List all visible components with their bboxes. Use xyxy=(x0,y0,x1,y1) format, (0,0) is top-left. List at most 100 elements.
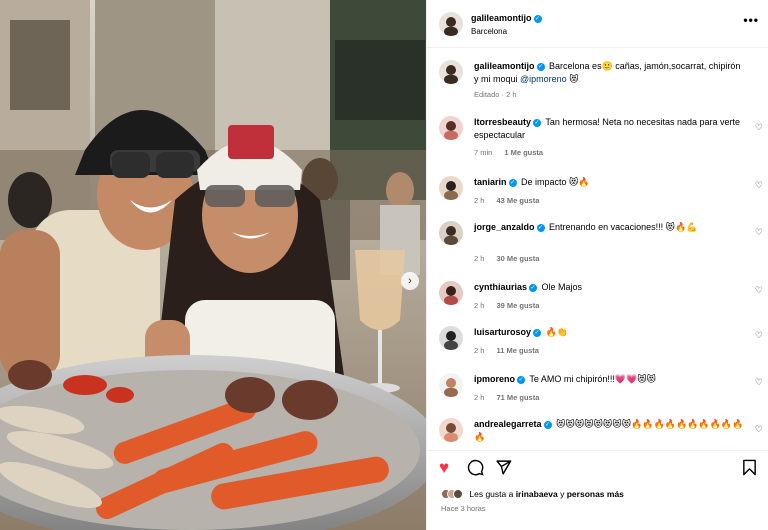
comment-likes[interactable]: 43 Me gusta xyxy=(496,196,539,205)
avatar-image xyxy=(439,418,463,442)
author-name-line: galileamontijo ✓ xyxy=(471,13,544,23)
comment-time: 2 h xyxy=(474,196,485,205)
comment-item: luisarturosoy ✓ 🔥👏 2 h 11 Me gusta ♡ xyxy=(427,326,768,360)
post-time-ago: Hace 3 horas xyxy=(441,504,486,513)
comment-time: 2 h xyxy=(474,301,485,310)
comment-avatar[interactable] xyxy=(439,116,463,140)
verified-icon: ✓ xyxy=(533,329,542,337)
comment-likes[interactable]: 71 Me gusta xyxy=(496,393,539,402)
comment-time: 2 h xyxy=(474,393,485,402)
caption-avatar[interactable] xyxy=(439,60,463,84)
comment-text-block: ltorresbeauty ✓ Tan hermosa! Neta no nece… xyxy=(474,116,746,142)
comment-text: Entrenando en vacaciones!!! 😻🔥💪 xyxy=(549,222,698,232)
next-photo-button[interactable]: › xyxy=(401,272,419,290)
comment-avatar[interactable] xyxy=(439,326,463,350)
comment-like-icon[interactable]: ♡ xyxy=(755,227,763,238)
comment-text: De impacto 😻🔥 xyxy=(521,177,590,187)
likes-rest[interactable]: personas más xyxy=(567,489,624,499)
comment-item: cynthiaurias ✓ Ole Majos 2 h 39 Me gusta ♡ xyxy=(427,281,768,315)
verified-icon: ✓ xyxy=(543,421,552,429)
comment-text-block: jorge_anzaldo ✓ Entrenando en vacaciones!… xyxy=(474,221,746,234)
comment-text: Ole Majos xyxy=(541,282,583,292)
post-photo[interactable]: › xyxy=(0,0,426,530)
comment-meta: 2 h 71 Me gusta xyxy=(474,393,539,402)
comment-likes[interactable]: 11 Me gusta xyxy=(496,346,539,355)
avatar-image xyxy=(439,221,463,245)
comment-like-icon[interactable]: ♡ xyxy=(755,122,763,133)
comments-list[interactable]: galileamontijo ✓ Barcelona es🙂 cañas, jam… xyxy=(427,48,768,450)
likes-middle: y xyxy=(557,489,567,499)
comment-avatar[interactable] xyxy=(439,221,463,245)
comment-avatar[interactable] xyxy=(439,373,463,397)
avatar-image xyxy=(439,326,463,350)
caption-meta: Editado · 2 h xyxy=(474,90,517,99)
comment-like-icon[interactable]: ♡ xyxy=(755,180,763,191)
likes-prefix: Les gusta a xyxy=(469,489,516,499)
verified-icon: ✓ xyxy=(533,15,542,23)
verified-icon: ✓ xyxy=(533,119,542,127)
comment-text-block: ipmoreno ✓ Te AMO mi chipirón!!!💗💗😻😻 xyxy=(474,373,746,386)
avatar-image xyxy=(439,12,463,36)
comment-meta: 2 h 39 Me gusta xyxy=(474,301,539,310)
comment-username[interactable]: andrealegarreta xyxy=(474,419,542,429)
likes-summary[interactable]: Les gusta a irinabaeva y personas más xyxy=(441,489,624,499)
verified-icon: ✓ xyxy=(517,376,526,384)
comment-likes[interactable]: 30 Me gusta xyxy=(496,254,539,263)
comment-username[interactable]: luisarturosoy xyxy=(474,327,531,337)
comment-time: 2 h xyxy=(474,346,485,355)
avatar-image xyxy=(439,373,463,397)
like-heart-icon[interactable]: ♥ xyxy=(439,459,449,476)
avatar-image xyxy=(439,60,463,84)
author-username[interactable]: galileamontijo xyxy=(471,13,532,23)
comment-bubble-icon[interactable] xyxy=(467,459,484,479)
comment-meta: 7 min 1 Me gusta xyxy=(474,148,543,157)
comment-text-block: luisarturosoy ✓ 🔥👏 xyxy=(474,326,746,339)
photo-illustration xyxy=(0,0,426,530)
comment-item: jorge_anzaldo ✓ Entrenando en vacaciones!… xyxy=(427,221,768,267)
comment-avatar[interactable] xyxy=(439,418,463,442)
comment-text-block: cynthiaurias ✓ Ole Majos xyxy=(474,281,746,294)
verified-icon: ✓ xyxy=(536,63,545,71)
comment-username[interactable]: ipmoreno xyxy=(474,374,515,384)
author-avatar[interactable] xyxy=(439,12,463,36)
verified-icon: ✓ xyxy=(508,179,517,187)
caption-mention[interactable]: @ipmoreno xyxy=(520,74,567,84)
more-options-icon[interactable]: ••• xyxy=(743,13,759,27)
comment-likes[interactable]: 1 Me gusta xyxy=(504,148,543,157)
comment-likes[interactable]: 39 Me gusta xyxy=(496,301,539,310)
comment-username[interactable]: cynthiaurias xyxy=(474,282,527,292)
comment-avatar[interactable] xyxy=(439,281,463,305)
comment-item: andrealegarreta ✓ 😻😻😻😻😻😻😻😻🔥🔥🔥🔥🔥🔥🔥🔥🔥🔥🔥 ♡ xyxy=(427,418,768,450)
comment-meta: 2 h 43 Me gusta xyxy=(474,196,539,205)
avatar-image xyxy=(439,176,463,200)
comment-like-icon[interactable]: ♡ xyxy=(755,330,763,341)
comment-username[interactable]: jorge_anzaldo xyxy=(474,222,535,232)
comment-item: ipmoreno ✓ Te AMO mi chipirón!!!💗💗😻😻 2 h 7… xyxy=(427,373,768,407)
caption-emoji: 😻 xyxy=(569,74,579,84)
comment-like-icon[interactable]: ♡ xyxy=(755,424,763,435)
post-actions: ♥ Les gusta a irinabaeva y personas más … xyxy=(427,450,768,530)
save-bookmark-icon[interactable] xyxy=(742,459,757,479)
comment-meta: 2 h 30 Me gusta xyxy=(474,254,539,263)
post-location[interactable]: Barcelona xyxy=(471,27,507,36)
comment-time: 2 h xyxy=(474,254,485,263)
comment-text: 🔥👏 xyxy=(545,327,568,337)
comment-username[interactable]: ltorresbeauty xyxy=(474,117,531,127)
comment-like-icon[interactable]: ♡ xyxy=(755,377,763,388)
avatar-image xyxy=(439,281,463,305)
comment-avatar[interactable] xyxy=(439,176,463,200)
share-paper-plane-icon[interactable] xyxy=(495,459,512,479)
post-header: galileamontijo ✓ Barcelona ••• xyxy=(427,0,768,48)
comment-username[interactable]: taniarin xyxy=(474,177,507,187)
comment-text-block: andrealegarreta ✓ 😻😻😻😻😻😻😻😻🔥🔥🔥🔥🔥🔥🔥🔥🔥🔥🔥 xyxy=(474,418,746,444)
liker-avatar xyxy=(453,489,463,499)
caption-username[interactable]: galileamontijo xyxy=(474,61,535,71)
comment-item: ltorresbeauty ✓ Tan hermosa! Neta no nece… xyxy=(427,116,768,162)
comment-item: taniarin ✓ De impacto 😻🔥 2 h 43 Me gusta ♡ xyxy=(427,176,768,210)
comment-text-block: taniarin ✓ De impacto 😻🔥 xyxy=(474,176,746,189)
avatar-image xyxy=(439,116,463,140)
verified-icon: ✓ xyxy=(529,284,538,292)
verified-icon: ✓ xyxy=(536,224,545,232)
likes-user[interactable]: irinabaeva xyxy=(516,489,558,499)
comment-like-icon[interactable]: ♡ xyxy=(755,285,763,296)
